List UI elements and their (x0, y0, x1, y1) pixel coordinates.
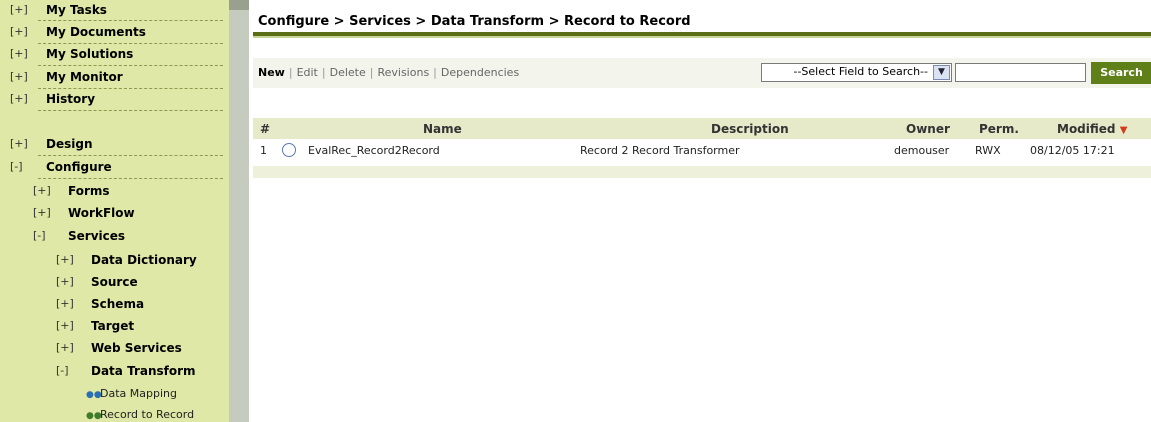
expand-toggle[interactable]: [+] (10, 134, 28, 154)
cell-name: EvalRec_Record2Record (308, 144, 440, 157)
separator: | (321, 66, 326, 79)
nav-label[interactable]: Target (91, 316, 134, 336)
title-underline-light (253, 36, 1151, 38)
scrollbar-thumb[interactable] (229, 10, 249, 422)
col-header-modified[interactable]: Modified ▼ (1057, 122, 1127, 136)
nav-label[interactable]: Configure (46, 157, 112, 177)
collapse-toggle[interactable]: [-] (56, 361, 69, 381)
nav-label[interactable]: Data Dictionary (91, 250, 197, 270)
nav-label[interactable]: Source (91, 272, 138, 292)
expand-toggle[interactable]: [+] (10, 22, 28, 42)
nav-label[interactable]: Forms (68, 181, 110, 201)
nav-label[interactable]: My Tasks (46, 0, 107, 20)
nav-label[interactable]: History (46, 89, 95, 109)
nav-label[interactable]: Design (46, 134, 93, 154)
search-button[interactable]: Search (1091, 62, 1151, 84)
expand-toggle[interactable]: [+] (56, 294, 74, 314)
nav-label[interactable]: Record to Record (100, 408, 194, 421)
data-mapping-icon: ●● (86, 390, 102, 400)
nav-record-to-record[interactable]: ●●Record to Record (86, 406, 194, 422)
new-link[interactable]: New (258, 66, 285, 79)
col-header-perm[interactable]: Perm. (979, 122, 1019, 136)
sidebar: [+] My Tasks [+] My Documents [+] My Sol… (0, 0, 229, 422)
cell-modified: 08/12/05 17:21 (1030, 144, 1115, 157)
breadcrumb: Configure > Services > Data Transform > … (258, 14, 691, 29)
expand-toggle[interactable]: [+] (10, 0, 28, 20)
divider (38, 178, 223, 179)
select-value: --Select Field to Search-- (793, 65, 928, 78)
nav-label[interactable]: Schema (91, 294, 144, 314)
scrollbar-cap[interactable] (229, 0, 249, 10)
nav-label[interactable]: Web Services (91, 338, 182, 358)
expand-toggle[interactable]: [+] (56, 316, 74, 336)
table-footer (253, 166, 1151, 178)
separator: | (369, 66, 374, 79)
nav-label[interactable]: Data Mapping (100, 387, 177, 400)
action-links: New | Edit | Delete | Revisions | Dependencies (258, 66, 519, 79)
col-header-number: # (260, 122, 271, 136)
cell-description: Record 2 Record Transformer (580, 144, 740, 157)
collapse-toggle[interactable]: [-] (33, 226, 46, 246)
separator: | (433, 66, 437, 79)
expand-toggle[interactable]: [+] (33, 181, 51, 201)
divider (38, 110, 223, 111)
table-header: # Name Description Owner Perm. Modified … (253, 118, 1151, 139)
chevron-down-icon[interactable]: ▼ (933, 65, 950, 80)
expand-toggle[interactable]: [+] (56, 272, 74, 292)
nav-data-mapping[interactable]: ●●Data Mapping (86, 385, 177, 405)
expand-toggle[interactable]: [+] (10, 67, 28, 87)
divider (38, 65, 223, 66)
cell-perm: RWX (975, 144, 1001, 157)
nav-label[interactable]: WorkFlow (68, 203, 135, 223)
delete-link[interactable]: Delete (330, 66, 366, 79)
nav-label[interactable]: My Monitor (46, 67, 123, 87)
col-header-owner[interactable]: Owner (906, 122, 950, 136)
expand-toggle[interactable]: [+] (10, 44, 28, 64)
expand-toggle[interactable]: [+] (33, 203, 51, 223)
expand-toggle[interactable]: [+] (56, 338, 74, 358)
dependencies-link[interactable]: Dependencies (441, 66, 519, 79)
expand-toggle[interactable]: [+] (56, 250, 74, 270)
record-to-record-icon: ●● (86, 411, 102, 421)
search-field-select[interactable]: --Select Field to Search-- ▼ (761, 63, 952, 82)
separator: | (288, 66, 293, 79)
search-input[interactable] (955, 63, 1086, 82)
row-select-radio[interactable] (282, 143, 296, 157)
nav-label[interactable]: My Solutions (46, 44, 133, 64)
row-number: 1 (260, 144, 267, 157)
sidebar-scrollbar[interactable] (229, 0, 249, 422)
sort-desc-icon: ▼ (1119, 125, 1128, 136)
nav-label[interactable]: Services (68, 226, 125, 246)
revisions-link[interactable]: Revisions (377, 66, 429, 79)
action-bar: New | Edit | Delete | Revisions | Dependencies -… (253, 58, 1151, 88)
cell-owner: demouser (894, 144, 950, 157)
main-content: Configure > Services > Data Transform > … (249, 0, 1151, 422)
table-row[interactable]: 1 EvalRec_Record2Record Record 2 Record … (253, 140, 1151, 162)
divider (38, 155, 223, 156)
nav-label[interactable]: My Documents (46, 22, 146, 42)
collapse-toggle[interactable]: [-] (10, 157, 23, 177)
expand-toggle[interactable]: [+] (10, 89, 28, 109)
col-header-modified-label[interactable]: Modified (1057, 122, 1116, 136)
edit-link[interactable]: Edit (297, 66, 318, 79)
divider (38, 20, 223, 21)
nav-label[interactable]: Data Transform (91, 361, 196, 381)
col-header-description[interactable]: Description (711, 122, 789, 136)
col-header-name[interactable]: Name (423, 122, 462, 136)
